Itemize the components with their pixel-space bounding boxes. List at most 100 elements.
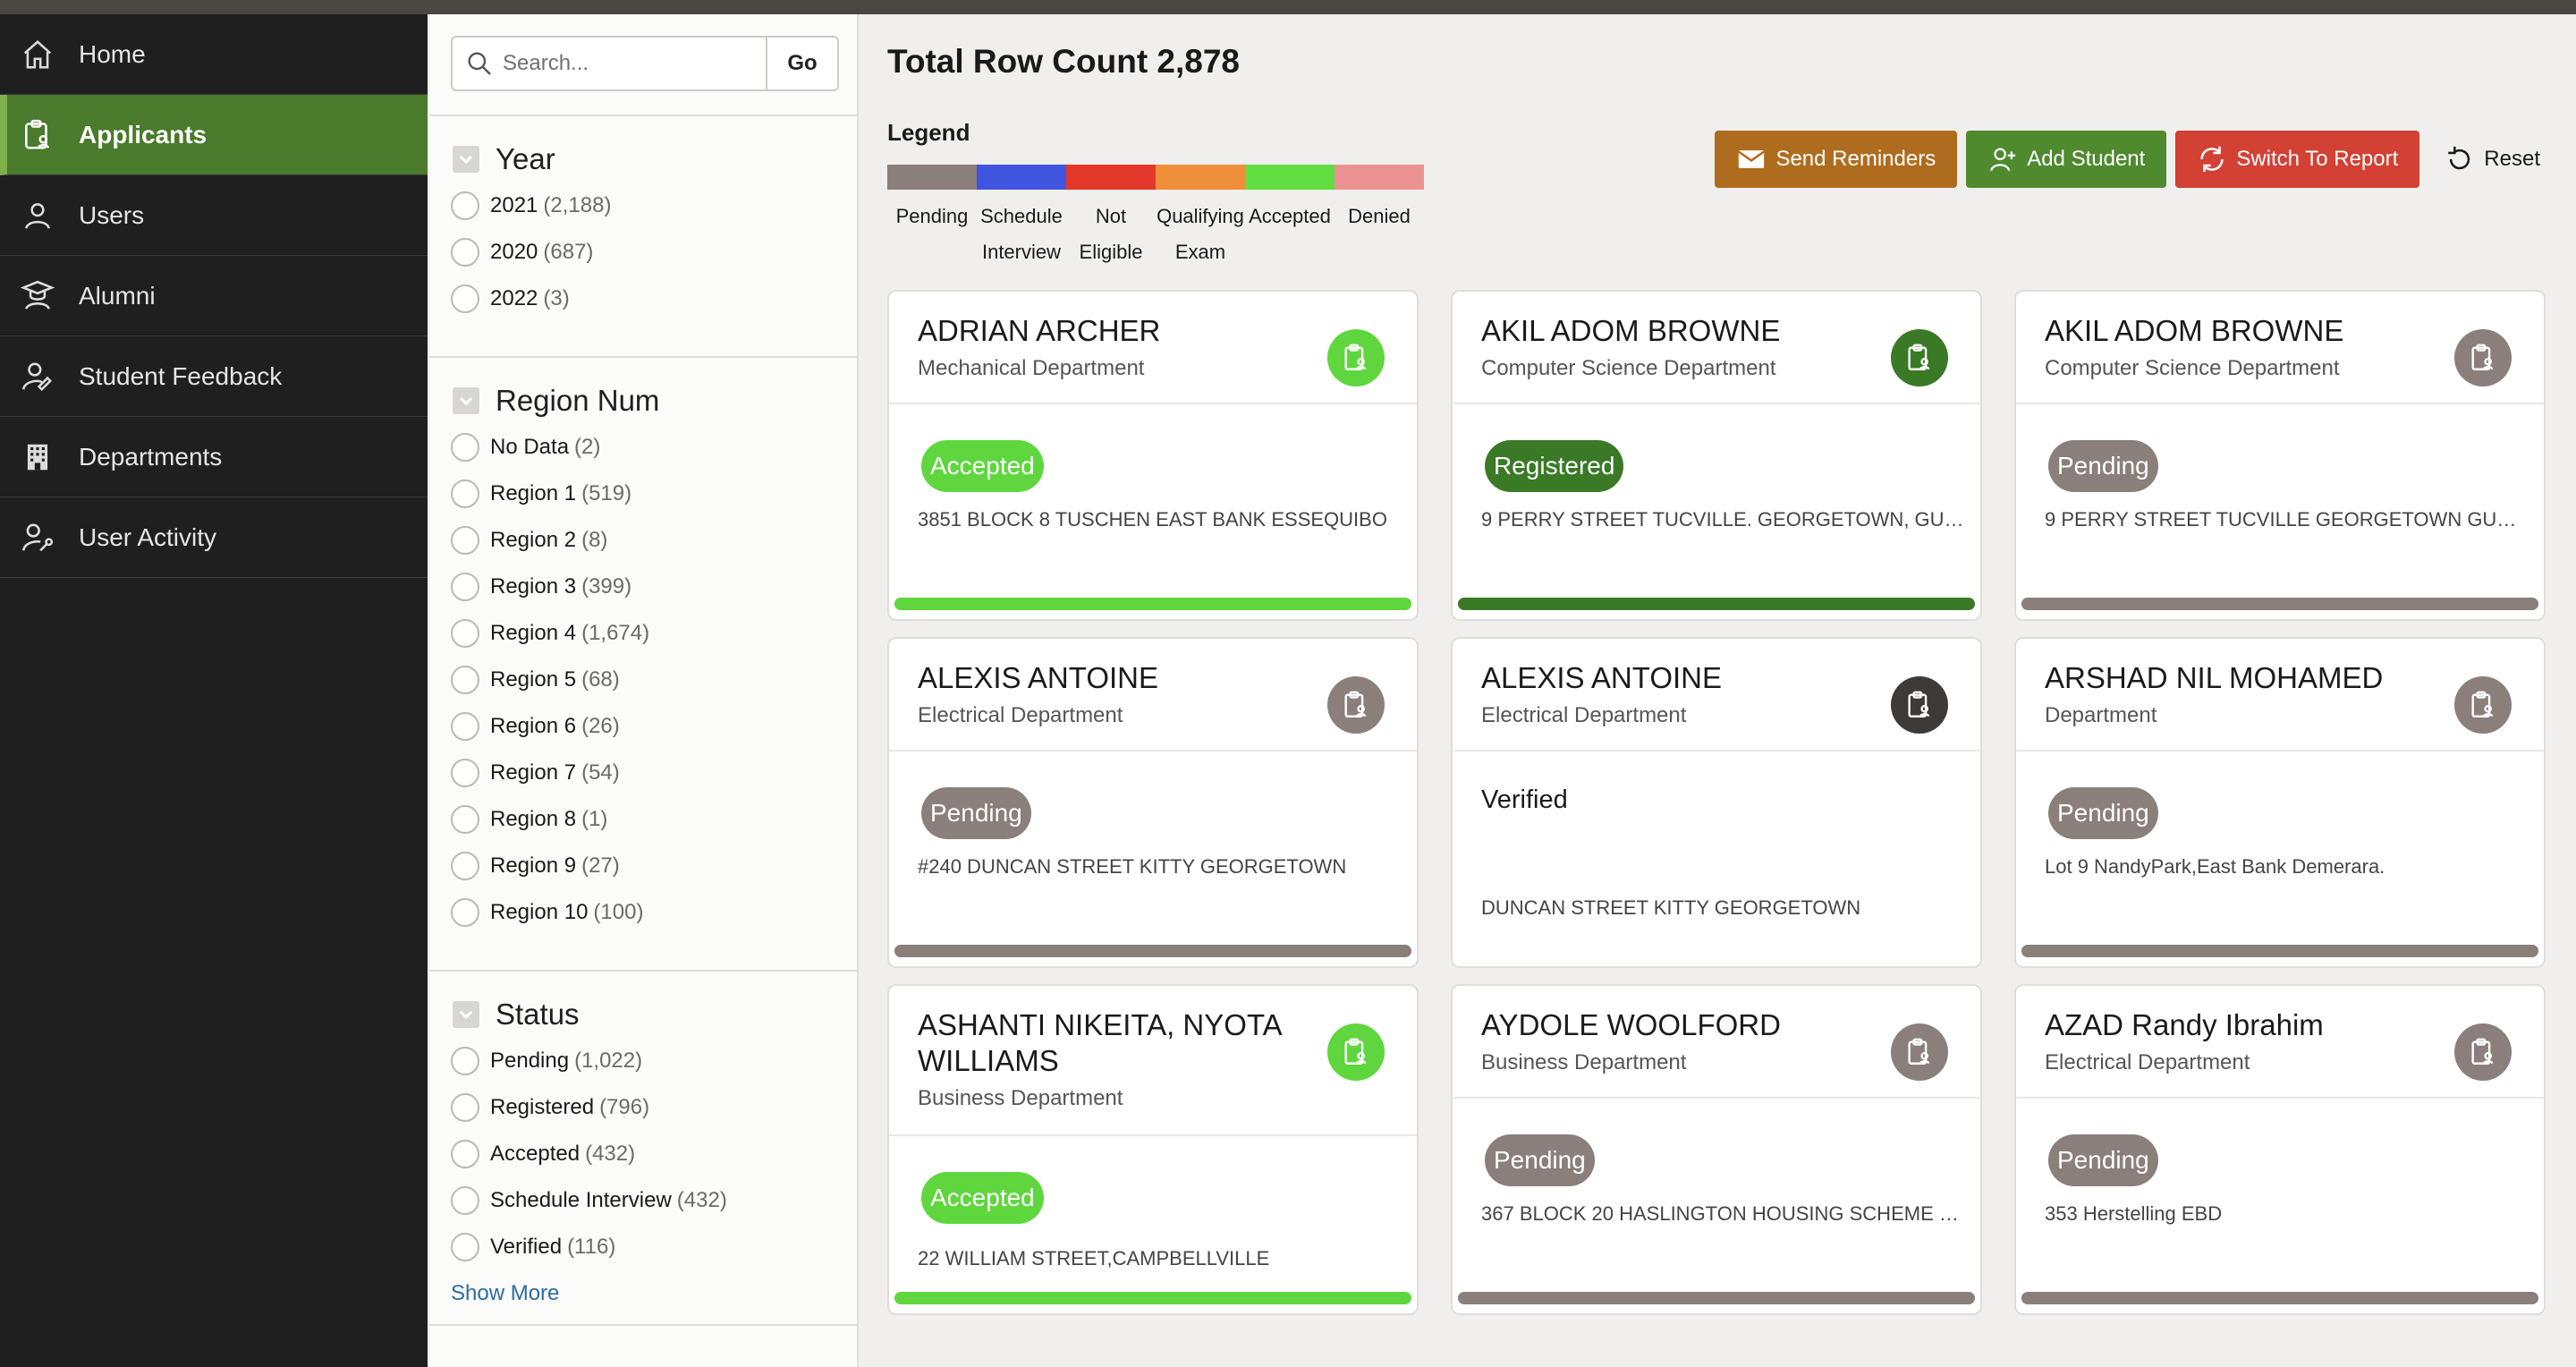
applicant-card[interactable]: AKIL ADOM BROWNE Computer Science Departm… bbox=[2014, 290, 2546, 621]
status-bar bbox=[1458, 598, 1975, 610]
facet-option[interactable]: Pending (1,022) bbox=[429, 1038, 857, 1084]
applicant-card[interactable]: AYDOLE WOOLFORD Business Department Pendin… bbox=[1451, 984, 1982, 1315]
radio-button[interactable] bbox=[451, 852, 479, 880]
applicant-card[interactable]: ARSHAD NIL MOHAMED Department Pending Lot 9… bbox=[2014, 637, 2546, 968]
facet-option[interactable]: Region 3 (399) bbox=[429, 564, 857, 610]
facet-option[interactable]: Schedule Interview (432) bbox=[429, 1177, 857, 1224]
radio-button[interactable] bbox=[451, 1093, 479, 1122]
clipboard-user-icon[interactable] bbox=[2454, 676, 2512, 734]
radio-button[interactable] bbox=[451, 191, 479, 220]
applicant-name[interactable]: ADRIAN ARCHER bbox=[918, 313, 1311, 349]
applicant-card[interactable]: ALEXIS ANTOINE Electrical Department Verif… bbox=[1451, 637, 1982, 968]
search-input[interactable]: Search... bbox=[451, 36, 767, 91]
clipboard-user-icon[interactable] bbox=[1327, 1023, 1385, 1081]
facet-option[interactable]: 2022 (3) bbox=[429, 276, 857, 322]
applicant-name[interactable]: AKIL ADOM BROWNE bbox=[1481, 313, 1875, 349]
radio-button[interactable] bbox=[451, 1233, 479, 1261]
facet-option[interactable]: Region 1 (519) bbox=[429, 471, 857, 517]
applicant-card[interactable]: ASHANTI NIKEITA, NYOTA WILLIAMS Business … bbox=[887, 984, 1419, 1315]
facet-option[interactable]: Region 10 (100) bbox=[429, 889, 857, 936]
radio-button[interactable] bbox=[451, 238, 479, 267]
go-button[interactable]: Go bbox=[767, 36, 839, 91]
nav-item-alumni[interactable]: Alumni bbox=[0, 256, 428, 336]
facet-option[interactable]: Verified (116) bbox=[429, 1224, 857, 1270]
clipboard-user-icon[interactable] bbox=[1891, 1023, 1948, 1081]
facet-option[interactable]: Region 7 (54) bbox=[429, 750, 857, 796]
reset-button[interactable]: Reset bbox=[2436, 131, 2549, 188]
clipboard-user-icon[interactable] bbox=[1327, 329, 1385, 386]
nav-item-user-activity[interactable]: User Activity bbox=[0, 497, 428, 578]
collapse-icon[interactable] bbox=[453, 146, 479, 173]
applicant-name[interactable]: AYDOLE WOOLFORD bbox=[1481, 1007, 1875, 1043]
radio-button[interactable] bbox=[451, 1186, 479, 1215]
switch-to-report-button[interactable]: Switch To Report bbox=[2175, 131, 2420, 188]
add-student-button[interactable]: Add Student bbox=[1966, 131, 2167, 188]
radio-button[interactable] bbox=[451, 1140, 479, 1168]
facet-option[interactable]: 2021 (2,188) bbox=[429, 183, 857, 229]
nav-item-applicants[interactable]: Applicants bbox=[0, 95, 428, 175]
facet-header[interactable]: Status bbox=[429, 991, 857, 1038]
legend-item: Qualifying Exam bbox=[1156, 165, 1245, 270]
option-count: (432) bbox=[676, 1188, 727, 1212]
applicant-name[interactable]: ARSHAD NIL MOHAMED bbox=[2045, 660, 2438, 696]
nav-item-home[interactable]: Home bbox=[0, 14, 428, 95]
clipboard-user-icon[interactable] bbox=[2454, 1023, 2512, 1081]
applicant-name[interactable]: AKIL ADOM BROWNE bbox=[2045, 313, 2438, 349]
applicant-name[interactable]: AZAD Randy Ibrahim bbox=[2045, 1007, 2438, 1043]
applicant-name[interactable]: ALEXIS ANTOINE bbox=[1481, 660, 1875, 696]
facet-option[interactable]: Registered (796) bbox=[429, 1084, 857, 1131]
nav-label: User Activity bbox=[79, 522, 217, 551]
facet-option[interactable]: Region 6 (26) bbox=[429, 703, 857, 750]
facet-panel: Search... Go Year 2021 (2,188) 2020 (687) … bbox=[429, 14, 859, 1367]
clipboard-user-icon[interactable] bbox=[1891, 329, 1948, 386]
applicant-card[interactable]: AZAD Randy Ibrahim Electrical Department P… bbox=[2014, 984, 2546, 1315]
radio-button[interactable] bbox=[451, 433, 479, 462]
show-more-link[interactable]: Show More bbox=[429, 1281, 857, 1306]
applicant-card[interactable]: ALEXIS ANTOINE Electrical Department Pendi… bbox=[887, 637, 1419, 968]
main-content: Total Row Count 2,878 Legend Pending Sche… bbox=[860, 14, 2576, 1367]
radio-button[interactable] bbox=[451, 480, 479, 508]
facet-header[interactable]: Year bbox=[429, 136, 857, 183]
address: 3851 BLOCK 8 TUSCHEN EAST BANK ESSEQUIBO bbox=[918, 508, 1387, 531]
user-wrench-icon bbox=[20, 520, 55, 556]
applicant-name[interactable]: ALEXIS ANTOINE bbox=[918, 660, 1311, 696]
facet-option[interactable]: Region 2 (8) bbox=[429, 517, 857, 564]
status-bar bbox=[894, 1292, 1411, 1304]
facet-option[interactable]: No Data (2) bbox=[429, 424, 857, 471]
send-reminders-button[interactable]: Send Reminders bbox=[1715, 131, 1958, 188]
radio-button[interactable] bbox=[451, 805, 479, 834]
radio-button[interactable] bbox=[451, 526, 479, 555]
nav-item-users[interactable]: Users bbox=[0, 175, 428, 256]
clipboard-user-icon[interactable] bbox=[1327, 676, 1385, 734]
facet-option[interactable]: Region 5 (68) bbox=[429, 657, 857, 703]
nav-label: Student Feedback bbox=[79, 361, 283, 390]
applicant-name[interactable]: ASHANTI NIKEITA, NYOTA WILLIAMS bbox=[918, 1007, 1311, 1079]
legend-label: Denied bbox=[1348, 199, 1411, 234]
nav-item-departments[interactable]: Departments bbox=[0, 417, 428, 497]
radio-button[interactable] bbox=[451, 666, 479, 694]
facet-header[interactable]: Region Num bbox=[429, 378, 857, 424]
collapse-icon[interactable] bbox=[453, 387, 479, 414]
applicant-card[interactable]: AKIL ADOM BROWNE Computer Science Departm… bbox=[1451, 290, 1982, 621]
applicant-card[interactable]: ADRIAN ARCHER Mechanical Department Accept… bbox=[887, 290, 1419, 621]
legend-swatch bbox=[1066, 165, 1156, 190]
nav-label: Users bbox=[79, 200, 145, 229]
facet-option[interactable]: Accepted (432) bbox=[429, 1131, 857, 1177]
facet-option[interactable]: Region 8 (1) bbox=[429, 796, 857, 843]
radio-button[interactable] bbox=[451, 712, 479, 741]
radio-button[interactable] bbox=[451, 759, 479, 787]
nav-item-student-feedback[interactable]: Student Feedback bbox=[0, 336, 428, 417]
radio-button[interactable] bbox=[451, 1047, 479, 1075]
facet-option[interactable]: Region 4 (1,674) bbox=[429, 610, 857, 657]
radio-button[interactable] bbox=[451, 573, 479, 601]
radio-button[interactable] bbox=[451, 898, 479, 927]
collapse-icon[interactable] bbox=[453, 1001, 479, 1028]
department: Electrical Department bbox=[1481, 703, 1687, 727]
facet-option[interactable]: 2020 (687) bbox=[429, 229, 857, 276]
clipboard-user-icon[interactable] bbox=[1891, 676, 1948, 734]
clipboard-user-icon[interactable] bbox=[2454, 329, 2512, 386]
radio-button[interactable] bbox=[451, 619, 479, 648]
option-label: No Data bbox=[490, 435, 570, 459]
radio-button[interactable] bbox=[451, 284, 479, 313]
facet-option[interactable]: Region 9 (27) bbox=[429, 843, 857, 889]
